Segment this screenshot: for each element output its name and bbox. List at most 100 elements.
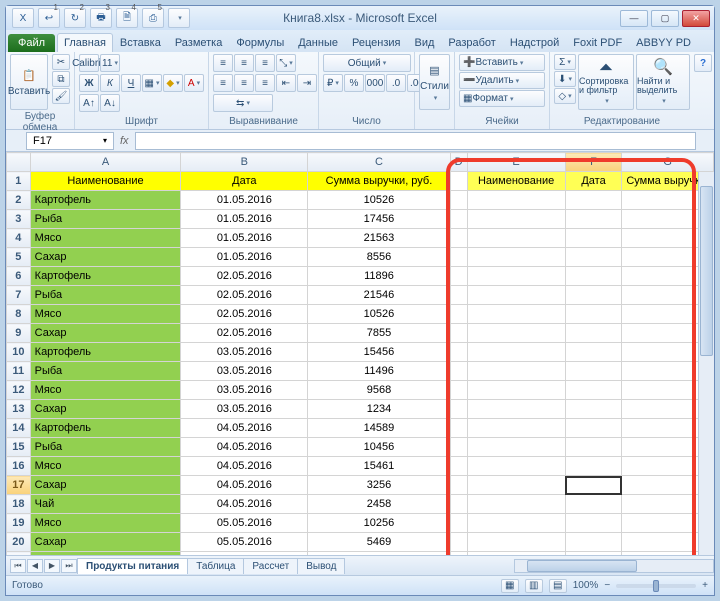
- row-header-9[interactable]: 9: [7, 324, 31, 343]
- cell-D15[interactable]: [450, 438, 467, 457]
- tab-abbyy[interactable]: ABBYY PD: [629, 33, 698, 52]
- tab-data[interactable]: Данные: [291, 33, 345, 52]
- cell-B12[interactable]: 03.05.2016: [181, 381, 308, 400]
- col-header-B[interactable]: B: [181, 153, 308, 172]
- cell-A21[interactable]: Чай: [30, 552, 181, 556]
- col-header-C[interactable]: C: [308, 153, 450, 172]
- tab-view[interactable]: Вид: [407, 33, 441, 52]
- cell-F16[interactable]: [565, 457, 622, 476]
- cell-C11[interactable]: 11496: [308, 362, 450, 381]
- cell-F10[interactable]: [565, 343, 622, 362]
- percent-button[interactable]: %: [344, 74, 364, 92]
- grow-font-button[interactable]: A↑: [79, 94, 99, 112]
- horizontal-scrollbar[interactable]: [514, 559, 714, 573]
- align-bottom[interactable]: ≡: [255, 54, 275, 72]
- sort-filter-button[interactable]: ⏶Сортировка и фильтр: [578, 54, 634, 110]
- cell-B3[interactable]: 01.05.2016: [181, 210, 308, 229]
- cell-A9[interactable]: Сахар: [30, 324, 181, 343]
- indent-inc[interactable]: ⇥: [297, 74, 317, 92]
- tab-addins[interactable]: Надстрой: [503, 33, 566, 52]
- sheet-nav-prev[interactable]: ◀: [27, 559, 43, 573]
- col-header-D[interactable]: D: [450, 153, 467, 172]
- row-header-7[interactable]: 7: [7, 286, 31, 305]
- cell-E14[interactable]: [467, 419, 565, 438]
- cell-B5[interactable]: 01.05.2016: [181, 248, 308, 267]
- cell-F4[interactable]: [565, 229, 622, 248]
- cell-F17[interactable]: [565, 476, 622, 495]
- align-right[interactable]: ≡: [255, 74, 275, 92]
- cell-B17[interactable]: 04.05.2016: [181, 476, 308, 495]
- cell-E9[interactable]: [467, 324, 565, 343]
- row-header-15[interactable]: 15: [7, 438, 31, 457]
- vertical-scrollbar[interactable]: [698, 172, 714, 555]
- cell-C4[interactable]: 21563: [308, 229, 450, 248]
- cell-F11[interactable]: [565, 362, 622, 381]
- row-header-12[interactable]: 12: [7, 381, 31, 400]
- help-button[interactable]: ?: [694, 54, 712, 72]
- sheet-nav-next[interactable]: ▶: [44, 559, 60, 573]
- row-header-8[interactable]: 8: [7, 305, 31, 324]
- cell-F6[interactable]: [565, 267, 622, 286]
- qat-redo[interactable]: ↻2: [64, 8, 86, 28]
- sheet-tab-1[interactable]: Таблица: [187, 558, 244, 574]
- cell-F12[interactable]: [565, 381, 622, 400]
- row-header-3[interactable]: 3: [7, 210, 31, 229]
- cell-D13[interactable]: [450, 400, 467, 419]
- cell-D21[interactable]: [450, 552, 467, 556]
- tab-review[interactable]: Рецензия: [345, 33, 408, 52]
- cell-A6[interactable]: Картофель: [30, 267, 181, 286]
- cell-D4[interactable]: [450, 229, 467, 248]
- cell-D10[interactable]: [450, 343, 467, 362]
- file-tab[interactable]: Файл: [8, 34, 55, 52]
- qat-save[interactable]: 🗎4: [116, 8, 138, 28]
- cell-A13[interactable]: Сахар: [30, 400, 181, 419]
- minimize-button[interactable]: —: [620, 10, 648, 27]
- cell-C10[interactable]: 15456: [308, 343, 450, 362]
- cell-D18[interactable]: [450, 495, 467, 514]
- cells-delete-button[interactable]: ➖ Удалить: [459, 72, 545, 89]
- cell-F8[interactable]: [565, 305, 622, 324]
- cell-C1[interactable]: Сумма выручки, руб.: [308, 172, 450, 191]
- cell-E1[interactable]: Наименование: [467, 172, 565, 191]
- cell-A16[interactable]: Мясо: [30, 457, 181, 476]
- cell-D5[interactable]: [450, 248, 467, 267]
- tab-formulas[interactable]: Формулы: [229, 33, 291, 52]
- clear-button[interactable]: ◇: [554, 88, 576, 104]
- cell-B15[interactable]: 04.05.2016: [181, 438, 308, 457]
- view-layout[interactable]: ▥: [525, 579, 543, 593]
- cell-F9[interactable]: [565, 324, 622, 343]
- view-normal[interactable]: ▦: [501, 579, 519, 593]
- cell-E10[interactable]: [467, 343, 565, 362]
- cell-D14[interactable]: [450, 419, 467, 438]
- cell-A7[interactable]: Рыба: [30, 286, 181, 305]
- row-header-11[interactable]: 11: [7, 362, 31, 381]
- cell-E2[interactable]: [467, 191, 565, 210]
- cell-B20[interactable]: 05.05.2016: [181, 533, 308, 552]
- cell-E3[interactable]: [467, 210, 565, 229]
- align-top[interactable]: ≡: [213, 54, 233, 72]
- cell-D7[interactable]: [450, 286, 467, 305]
- cell-E13[interactable]: [467, 400, 565, 419]
- cell-A3[interactable]: Рыба: [30, 210, 181, 229]
- sheet-nav-first[interactable]: ⏮: [10, 559, 26, 573]
- cell-D9[interactable]: [450, 324, 467, 343]
- row-header-14[interactable]: 14: [7, 419, 31, 438]
- cell-C16[interactable]: 15461: [308, 457, 450, 476]
- row-header-4[interactable]: 4: [7, 229, 31, 248]
- cell-A19[interactable]: Мясо: [30, 514, 181, 533]
- cell-B11[interactable]: 03.05.2016: [181, 362, 308, 381]
- col-header-E[interactable]: E: [467, 153, 565, 172]
- cell-A17[interactable]: Сахар: [30, 476, 181, 495]
- cut-button[interactable]: ✂: [52, 54, 70, 70]
- cell-B8[interactable]: 02.05.2016: [181, 305, 308, 324]
- zoom-out[interactable]: −: [604, 580, 610, 591]
- row-header-5[interactable]: 5: [7, 248, 31, 267]
- cell-E20[interactable]: [467, 533, 565, 552]
- font-color-button[interactable]: A: [184, 74, 204, 92]
- cell-F1[interactable]: Дата: [565, 172, 622, 191]
- cell-D17[interactable]: [450, 476, 467, 495]
- cell-B16[interactable]: 04.05.2016: [181, 457, 308, 476]
- cell-D11[interactable]: [450, 362, 467, 381]
- cell-C14[interactable]: 14589: [308, 419, 450, 438]
- merge-button[interactable]: ⇆: [213, 94, 273, 112]
